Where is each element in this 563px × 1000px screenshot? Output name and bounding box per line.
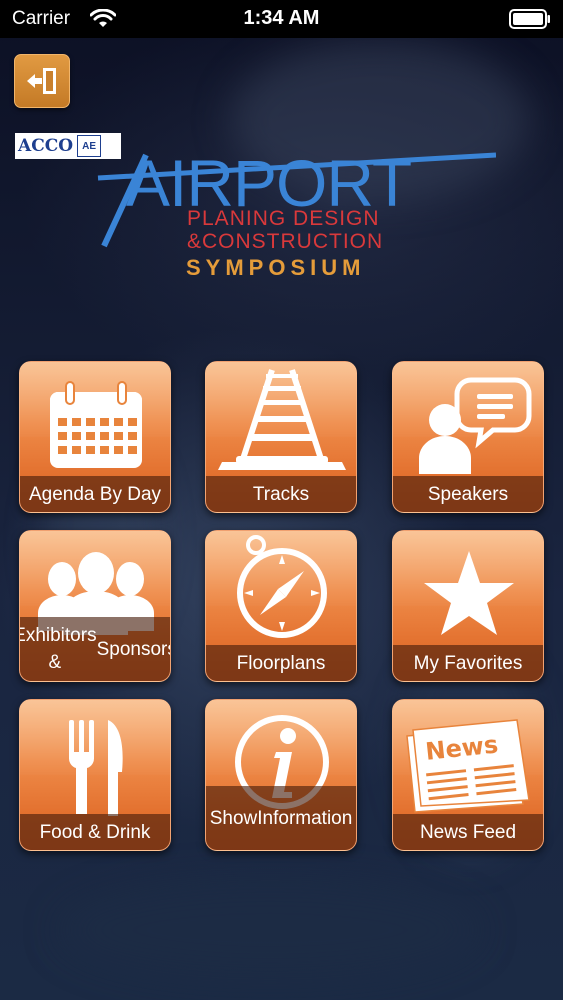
railroad-tracks-icon <box>218 369 346 470</box>
battery-icon <box>509 9 550 29</box>
tile-label-line: Show <box>209 807 258 829</box>
newspaper-icon: News <box>406 719 530 813</box>
exit-door-icon <box>27 68 56 94</box>
logo-tagline-1: PLANING DESIGN <box>187 207 380 230</box>
speaker-speech-bubble-icon <box>419 377 532 474</box>
tile-label: Agenda By Day <box>20 476 170 512</box>
tile-speakers[interactable]: Speakers <box>392 361 544 513</box>
calendar-icon <box>50 381 142 468</box>
tile-label: Floorplans <box>206 645 356 681</box>
acco-logo-text: ACCO <box>18 136 74 156</box>
tile-label: Show Information <box>206 786 356 850</box>
tile-label: Exhibitors & Sponsors <box>20 617 170 681</box>
tile-label: Tracks <box>206 476 356 512</box>
star-icon <box>424 551 514 635</box>
tile-label: My Favorites <box>393 645 543 681</box>
tile-label: Food & Drink <box>20 814 170 850</box>
tile-floorplans[interactable]: Floorplans <box>205 530 357 682</box>
exit-button[interactable] <box>14 54 70 108</box>
tile-exhibitors-sponsors[interactable]: Exhibitors & Sponsors <box>19 530 171 682</box>
tile-label-line: Information <box>257 807 353 829</box>
status-time: 1:34 AM <box>243 7 320 29</box>
tile-label-line: Sponsors <box>96 638 171 660</box>
tile-tracks[interactable]: Tracks <box>205 361 357 513</box>
tile-label: News Feed <box>393 814 543 850</box>
tile-agenda-by-day[interactable]: Agenda By Day <box>19 361 171 513</box>
compass-icon <box>237 535 327 638</box>
airport-symposium-logo: AIRPORT PLANING DESIGN &CONSTRUCTION SYM… <box>96 150 496 280</box>
logo-tagline-2: &CONSTRUCTION <box>187 230 384 253</box>
tile-my-favorites[interactable]: My Favorites <box>392 530 544 682</box>
tile-label-line: Exhibitors & <box>19 625 97 673</box>
status-bar: Carrier 1:34 AM <box>0 0 563 38</box>
tile-show-information[interactable]: Show Information <box>205 699 357 851</box>
fork-knife-icon <box>68 720 123 816</box>
tile-food-drink[interactable]: Food & Drink <box>19 699 171 851</box>
tile-news-feed[interactable]: News News Feed <box>392 699 544 851</box>
tile-label: Speakers <box>393 476 543 512</box>
logo-tagline-3: SYMPOSIUM <box>186 255 366 280</box>
